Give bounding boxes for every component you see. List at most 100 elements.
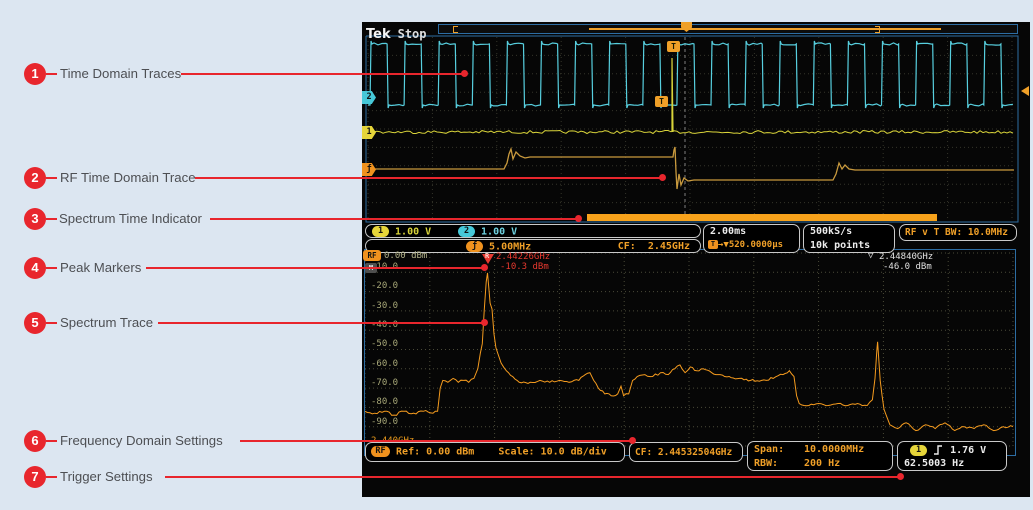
center-frequency-setting: CF: 2.44532504GHz: [635, 447, 733, 458]
callout-5-dot: [481, 319, 488, 326]
trigger-delay-prefix: →▼: [718, 240, 729, 250]
spectrum-ytick: -20.0: [371, 281, 399, 291]
rf-scale: 5.00MHz: [489, 241, 532, 253]
acquisition-status: Stop: [397, 27, 427, 41]
callout-4-label: Peak Markers: [60, 260, 142, 275]
spectrum-ytick: -90.0: [371, 417, 399, 427]
trigger-level-value: 1.76 V: [950, 445, 987, 456]
span-label: Span:: [754, 444, 785, 455]
reference-level-setting: Ref: 0.00 dBm: [396, 446, 475, 458]
callout-3-label: Spectrum Time Indicator: [59, 211, 202, 226]
callout-7-dot: [897, 473, 904, 480]
callout-1-badge: 1: [24, 63, 46, 85]
rbw-label: RBW:: [754, 458, 779, 469]
center-frequency-box[interactable]: CF: 2.44532504GHz: [629, 442, 743, 462]
ch2-scale: 1.00 V: [481, 226, 518, 238]
callout-2-label: RF Time Domain Trace: [60, 170, 196, 185]
reference-level-label: 0.00 dBm: [384, 251, 428, 261]
zoom-bracket-left-icon: [453, 26, 458, 33]
callout-5-stub: [46, 322, 57, 324]
spectrum-ytick: -50.0: [371, 339, 399, 349]
callout-3-line: [210, 218, 578, 220]
trigger-source-badge: 1: [910, 444, 927, 456]
callout-3-stub: [46, 218, 57, 220]
callout-5-line: [158, 322, 485, 324]
rbw-value: 200 Hz: [804, 458, 841, 469]
callout-1-stub: [46, 73, 57, 75]
callout-6-line: [240, 440, 632, 442]
callout-6-label: Frequency Domain Settings: [60, 433, 223, 448]
status-bar: Tek Stop: [366, 23, 427, 42]
tek-logo: Tek: [366, 27, 391, 42]
rf-vt-bandwidth: RF v T BW: 10.0MHz: [905, 227, 1008, 238]
rf-reference-scale-box[interactable]: RF Ref: 0.00 dBm Scale: 10.0 dB/div: [365, 442, 625, 462]
callout-5-label: Spectrum Trace: [60, 315, 154, 330]
ch1-scale: 1.00 V: [395, 226, 432, 238]
reference-marker-frequency: 2.44226GHz: [496, 252, 551, 262]
callout-7-line: [165, 476, 900, 478]
callout-6-dot: [629, 437, 636, 444]
reference-marker-letter: R: [485, 252, 490, 260]
rf-vt-bandwidth-box[interactable]: RF v T BW: 10.0MHz: [899, 224, 1017, 241]
time-per-div: 2.00ms: [710, 226, 747, 237]
zoom-bracket-right-icon: [875, 26, 880, 33]
trigger-delay-t-icon: T: [708, 240, 718, 249]
spectrum-ytick: -70.0: [371, 378, 399, 388]
oscilloscope-screen: Tek Stop T T 2 1 ƒ 1 1.00 V 2 1.00 V ƒ 5.…: [362, 22, 1030, 497]
record-length: 10k points: [810, 240, 871, 251]
callout-2-dot: [659, 174, 666, 181]
callout-5-badge: 5: [24, 312, 46, 334]
callout-2-line: [195, 177, 662, 179]
rf-view-badge[interactable]: RF: [363, 250, 381, 261]
callout-4-line: [146, 267, 485, 269]
acquisition-preview-strip[interactable]: [438, 24, 1018, 34]
rf-badge-icon: ƒ: [466, 241, 483, 252]
span-value: 10.0000MHz: [804, 444, 865, 455]
callout-4-dot: [481, 264, 488, 271]
spectrum-window-frame: [364, 249, 1016, 456]
ch2-badge-icon: 2: [458, 226, 475, 237]
trigger-t-badge: T: [667, 41, 680, 52]
callout-4-stub: [46, 267, 57, 269]
trigger-frequency-value: 62.5003 Hz: [904, 458, 965, 469]
acquisition-readout-box[interactable]: 500kS/s 10k points: [803, 224, 895, 253]
callout-1-label: Time Domain Traces: [60, 66, 182, 81]
callout-7-stub: [46, 476, 57, 478]
cf-label: CF:: [617, 241, 636, 252]
ch1-badge-icon: 1: [372, 226, 389, 237]
callout-6-badge: 6: [24, 430, 46, 452]
vertical-scale-setting: Scale: 10.0 dB/div: [498, 446, 607, 458]
peak-marker-amplitude: -46.0 dBm: [883, 262, 932, 272]
channel-readout-box[interactable]: 1 1.00 V 2 1.00 V: [365, 224, 701, 238]
callout-3-badge: 3: [24, 208, 46, 230]
sample-rate: 500kS/s: [810, 226, 853, 237]
horizontal-readout-box[interactable]: 2.00ms T →▼520.0000µs: [703, 224, 800, 253]
rf-time-domain-trace: [368, 146, 1014, 190]
callout-1-dot: [461, 70, 468, 77]
peak-marker-icon[interactable]: ▽: [868, 251, 873, 261]
callout-6-stub: [46, 440, 57, 442]
trigger-settings-box[interactable]: 1 1.76 V 62.5003 Hz: [897, 441, 1007, 471]
spectrum-ytick: -60.0: [371, 359, 399, 369]
callout-1-line: [181, 73, 464, 75]
callout-4-badge: 4: [24, 257, 46, 279]
callout-7-badge: 7: [24, 466, 46, 488]
rf-settings-badge: RF: [371, 446, 390, 457]
rf-trigger-t-badge: T: [655, 96, 668, 107]
callout-2-badge: 2: [24, 167, 46, 189]
trigger-delay-value: 520.0000µs: [728, 240, 784, 250]
annotated-oscilloscope-figure: 1 Time Domain Traces 2 RF Time Domain Tr…: [0, 0, 1033, 510]
reference-marker-amplitude: -10.3 dBm: [500, 262, 549, 272]
spectrum-ytick: -30.0: [371, 301, 399, 311]
peak-marker-frequency: 2.44840GHz: [879, 252, 934, 262]
cf-value: 2.45GHz: [647, 241, 690, 252]
trigger-level-arrow-icon[interactable]: [1021, 86, 1029, 96]
spectrum-ytick: -80.0: [371, 397, 399, 407]
callout-7-label: Trigger Settings: [60, 469, 153, 484]
spectrum-time-preview-bar: [589, 28, 941, 30]
spectrum-time-indicator-bar[interactable]: [587, 214, 937, 221]
rising-edge-icon: [934, 445, 943, 455]
callout-2-stub: [46, 177, 57, 179]
span-rbw-box[interactable]: Span: 10.0000MHz RBW: 200 Hz: [747, 441, 893, 471]
ch1-trigger-glitch: [671, 57, 674, 133]
